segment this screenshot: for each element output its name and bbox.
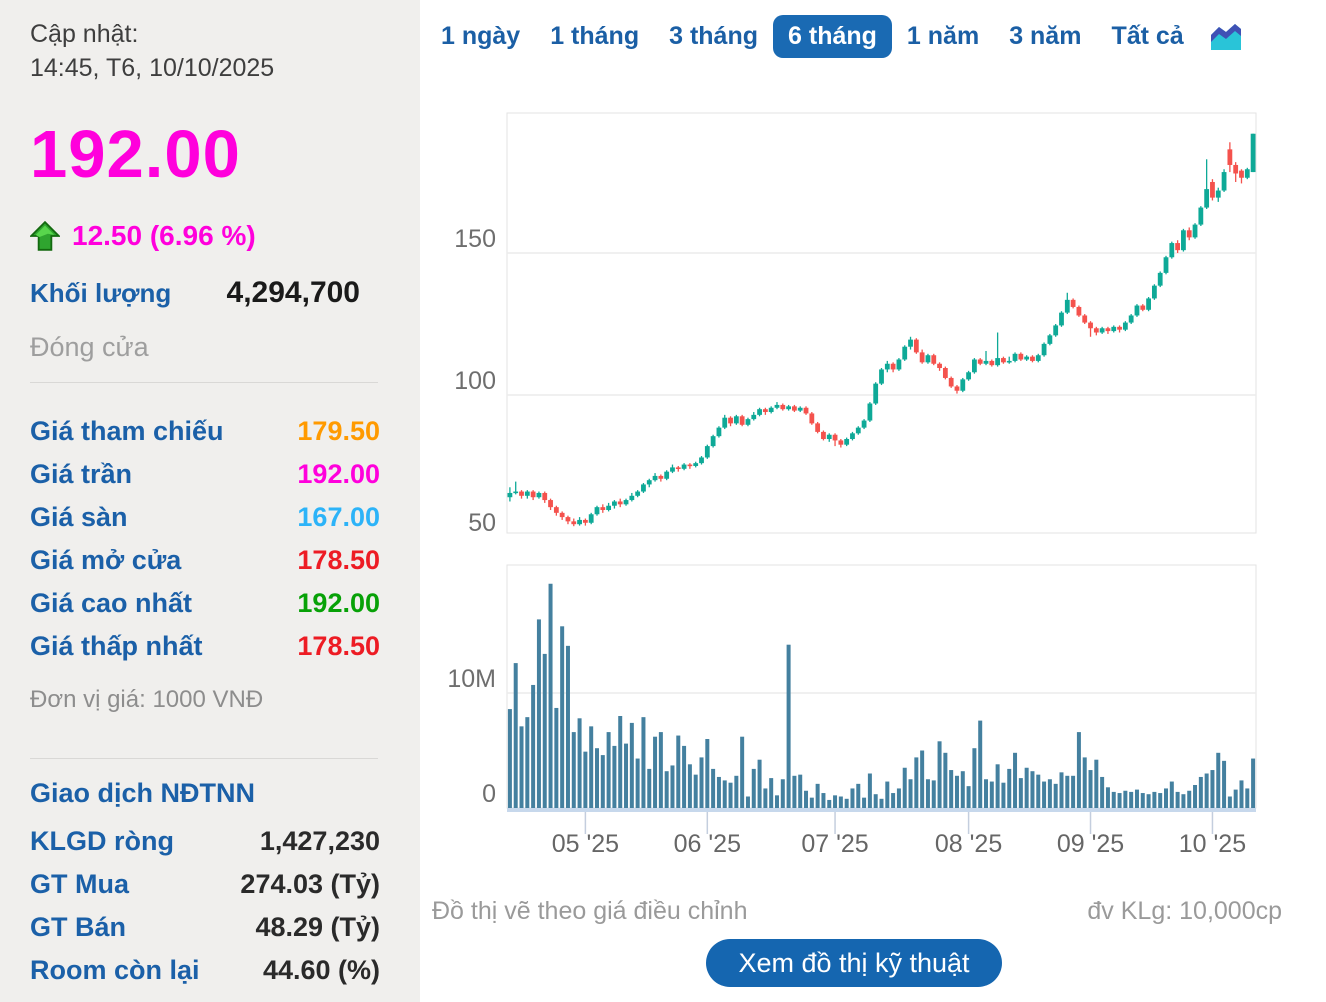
view-technical-chart-button[interactable]: Xem đồ thị kỹ thuật [706, 939, 1002, 987]
update-label: Cập nhật: [30, 20, 380, 49]
volume-unit-note: đv KLg: 10,000cp [1087, 897, 1282, 926]
row-label: Giá trần [30, 459, 132, 490]
price-detail-rows: Giá tham chiếu 179.50 Giá trần 192.00 Gi… [30, 410, 380, 668]
row-label: Giá sàn [30, 502, 128, 533]
row-label: GT Bán [30, 912, 126, 943]
divider [30, 382, 378, 383]
row-value: 178.50 [297, 631, 380, 662]
svg-text:10 '25: 10 '25 [1179, 830, 1246, 858]
divider [30, 758, 378, 759]
svg-text:50: 50 [468, 509, 496, 537]
row-label: Giá mở cửa [30, 545, 181, 576]
quote-panel: Cập nhật: 14:45, T6, 10/10/2025 192.00 1… [0, 0, 420, 1002]
foreign-trading-title: Giao dịch NĐTNN [30, 778, 380, 809]
last-price: 192.00 [30, 116, 380, 193]
svg-text:05 '25: 05 '25 [552, 830, 619, 858]
row-net-volume: KLGD ròng 1,427,230 [30, 820, 380, 863]
row-floor-price: Giá sàn 167.00 [30, 496, 380, 539]
volume-row: Khối lượng 4,294,700 [30, 276, 360, 310]
row-label: Giá cao nhất [30, 588, 192, 619]
foreign-trading-rows: KLGD ròng 1,427,230 GT Mua 274.03 (Tỷ) G… [30, 820, 380, 992]
svg-text:100: 100 [454, 367, 496, 395]
price-change-text: 12.50 (6.96 %) [72, 220, 256, 252]
svg-text:07 '25: 07 '25 [801, 830, 868, 858]
row-value: 192.00 [297, 459, 380, 490]
row-room-remaining: Room còn lại 44.60 (%) [30, 949, 380, 992]
candlestick-volume-chart: 150 100 50 10M 0 05 '25 06 '25 07 '25 08 '25 09 '… [420, 0, 1326, 880]
volume-value: 4,294,700 [227, 276, 360, 310]
row-open-price: Giá mở cửa 178.50 [30, 539, 380, 582]
up-arrow-icon [30, 221, 60, 251]
row-label: KLGD ròng [30, 826, 174, 857]
row-reference-price: Giá tham chiếu 179.50 [30, 410, 380, 453]
row-value: 192.00 [297, 588, 380, 619]
row-highest-price: Giá cao nhất 192.00 [30, 582, 380, 625]
svg-text:06 '25: 06 '25 [674, 830, 741, 858]
row-sell-value: GT Bán 48.29 (Tỷ) [30, 906, 380, 949]
row-value: 167.00 [297, 502, 380, 533]
adjusted-price-note: Đồ thị vẽ theo giá điều chỉnh [432, 897, 748, 926]
row-value: 48.29 (Tỷ) [255, 912, 380, 943]
svg-text:10M: 10M [447, 665, 496, 693]
row-label: Room còn lại [30, 955, 200, 986]
row-value: 44.60 (%) [263, 955, 380, 986]
row-label: Giá tham chiếu [30, 416, 224, 447]
svg-text:0: 0 [482, 780, 496, 808]
row-value: 1,427,230 [260, 826, 380, 857]
row-lowest-price: Giá thấp nhất 178.50 [30, 625, 380, 668]
svg-text:09 '25: 09 '25 [1057, 830, 1124, 858]
row-ceiling-price: Giá trần 192.00 [30, 453, 380, 496]
close-state-label: Đóng cửa [30, 332, 380, 363]
chart-panel: 1 ngày 1 tháng 3 tháng 6 tháng 1 năm 3 n… [420, 0, 1326, 1002]
svg-text:08 '25: 08 '25 [935, 830, 1002, 858]
update-datetime: 14:45, T6, 10/10/2025 [30, 54, 380, 83]
row-buy-value: GT Mua 274.03 (Tỷ) [30, 863, 380, 906]
row-value: 274.03 (Tỷ) [240, 869, 380, 900]
price-unit-note: Đơn vị giá: 1000 VNĐ [30, 686, 380, 714]
volume-label: Khối lượng [30, 278, 171, 309]
row-value: 179.50 [297, 416, 380, 447]
price-change-row: 12.50 (6.96 %) [30, 220, 380, 252]
row-label: GT Mua [30, 869, 129, 900]
svg-text:150: 150 [454, 225, 496, 253]
row-label: Giá thấp nhất [30, 631, 203, 662]
row-value: 178.50 [297, 545, 380, 576]
